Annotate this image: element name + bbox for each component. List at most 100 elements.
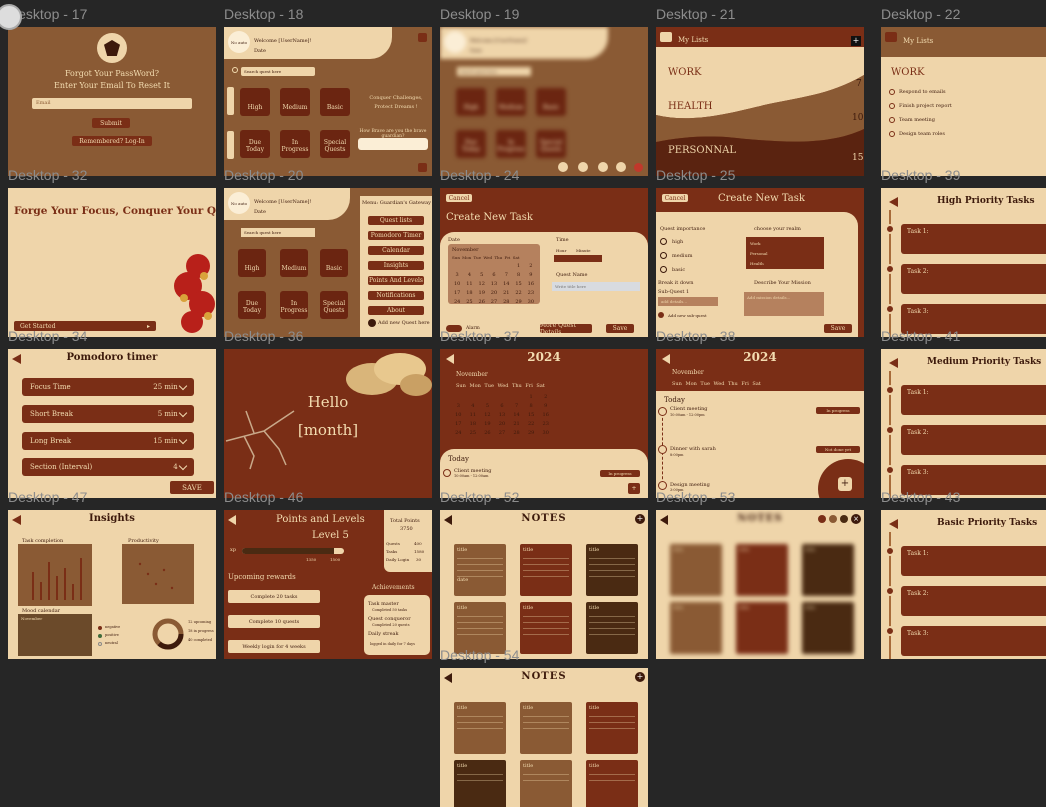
- calendar-day[interactable]: 26: [481, 430, 494, 436]
- checkbox[interactable]: [889, 117, 895, 123]
- back-icon[interactable]: [228, 515, 236, 525]
- calendar-day[interactable]: 23: [539, 421, 552, 427]
- rating-box[interactable]: [358, 138, 428, 150]
- setting-row[interactable]: Focus Time 25 min: [22, 378, 194, 396]
- add-icon[interactable]: +: [851, 36, 861, 46]
- tile-medium[interactable]: Medium: [280, 249, 308, 277]
- calendar-day[interactable]: 23: [526, 290, 536, 296]
- calendar-day[interactable]: 1: [513, 263, 523, 269]
- calendar-day[interactable]: 21: [510, 421, 523, 427]
- search-input[interactable]: Search quest here: [457, 67, 531, 76]
- radio-medium[interactable]: [660, 252, 667, 259]
- menu-icon[interactable]: [418, 33, 427, 42]
- next-icon[interactable]: [418, 163, 427, 172]
- add-event-button[interactable]: +: [628, 483, 640, 494]
- calendar-day[interactable]: 7: [510, 403, 523, 409]
- radio-high[interactable]: [660, 238, 667, 245]
- setting-row[interactable]: Short Break 5 min: [22, 405, 194, 423]
- calendar-day[interactable]: 28: [510, 430, 523, 436]
- note-card[interactable]: title: [736, 602, 788, 654]
- calendar-day[interactable]: 24: [452, 430, 465, 436]
- frame-label[interactable]: Desktop - 37: [440, 328, 519, 344]
- checkbox[interactable]: [889, 131, 895, 137]
- submit-button[interactable]: Submit: [92, 118, 130, 128]
- list-work[interactable]: WORK: [668, 67, 701, 78]
- search-input[interactable]: Search quest here: [241, 67, 315, 76]
- tile-due-today[interactable]: Due Today: [240, 130, 270, 158]
- calendar-day[interactable]: 11: [464, 281, 474, 287]
- calendar-day[interactable]: 30: [526, 299, 536, 305]
- calendar-day[interactable]: 4: [467, 403, 480, 409]
- frame-label[interactable]: Desktop - 52: [440, 489, 519, 505]
- calendar-day[interactable]: 7: [501, 272, 511, 278]
- calendar-day[interactable]: 5: [481, 403, 494, 409]
- calendar-day[interactable]: 26: [477, 299, 487, 305]
- task-card[interactable]: Task 1:: [901, 546, 1046, 576]
- event-radio[interactable]: [658, 407, 667, 416]
- calendar-day[interactable]: 18: [467, 421, 480, 427]
- tile-high[interactable]: High: [456, 88, 486, 116]
- calendar-day[interactable]: 13: [496, 412, 509, 418]
- list-personal[interactable]: PERSONNAL: [668, 145, 736, 156]
- note-card[interactable]: title: [586, 702, 638, 754]
- setting-row[interactable]: Section (Interval) 4: [22, 458, 194, 476]
- calendar-day[interactable]: 16: [526, 281, 536, 287]
- search-input[interactable]: Search quest here: [241, 228, 315, 237]
- task-card[interactable]: Task 1:: [901, 385, 1046, 415]
- note-card[interactable]: title: [520, 760, 572, 807]
- back-icon[interactable]: [889, 358, 898, 368]
- calendar-day[interactable]: 8: [513, 272, 523, 278]
- calendar-day[interactable]: 29: [513, 299, 523, 305]
- calendar-day[interactable]: 5: [477, 272, 487, 278]
- calendar-day[interactable]: 16: [539, 412, 552, 418]
- calendar-day[interactable]: 2: [526, 263, 536, 269]
- more-details-button[interactable]: More Quest Details: [540, 322, 592, 336]
- back-icon[interactable]: [889, 197, 898, 207]
- menu-notifications[interactable]: Notifications: [368, 291, 424, 300]
- frame-label[interactable]: Desktop - 21: [656, 6, 735, 22]
- note-card[interactable]: title: [520, 602, 572, 654]
- tile-basic[interactable]: Basic: [320, 88, 350, 116]
- frame-label[interactable]: Desktop - 25: [656, 167, 735, 183]
- calendar-day[interactable]: 12: [477, 281, 487, 287]
- mission-input[interactable]: Add mission details...: [744, 292, 824, 316]
- reward-card[interactable]: Complete 20 tasks: [228, 590, 320, 603]
- tile-special-quests[interactable]: Special Quests: [536, 130, 566, 158]
- task-card[interactable]: Task 2:: [901, 264, 1046, 294]
- calendar-day[interactable]: 21: [501, 290, 511, 296]
- back-button[interactable]: [660, 32, 672, 42]
- add-subquest-link[interactable]: Add new sub-quest: [668, 313, 707, 318]
- realm-option[interactable]: Personal: [750, 249, 820, 259]
- calendar-day[interactable]: 22: [513, 290, 523, 296]
- tile-high[interactable]: High: [240, 88, 270, 116]
- subquest-input[interactable]: add details...: [658, 297, 718, 306]
- tile-in-progress[interactable]: In Progress: [280, 291, 308, 319]
- calendar-day[interactable]: 14: [510, 412, 523, 418]
- note-card[interactable]: title: [802, 544, 854, 596]
- frame-label[interactable]: Desktop - 24: [440, 167, 519, 183]
- calendar-day[interactable]: 6: [496, 403, 509, 409]
- calendar-day[interactable]: 12: [481, 412, 494, 418]
- calendar-day[interactable]: 25: [467, 430, 480, 436]
- calendar-day[interactable]: 15: [513, 281, 523, 287]
- calendar-day[interactable]: 10: [452, 412, 465, 418]
- checkbox[interactable]: [889, 103, 895, 109]
- time-input[interactable]: [554, 255, 602, 262]
- calendar-day[interactable]: 20: [496, 421, 509, 427]
- frame-label[interactable]: Desktop - 19: [440, 6, 519, 22]
- frame-label[interactable]: Desktop - 32: [8, 167, 87, 183]
- back-button[interactable]: [885, 32, 897, 42]
- tile-basic[interactable]: Basic: [536, 88, 566, 116]
- frame-label[interactable]: Desktop - 46: [224, 489, 303, 505]
- note-card[interactable]: title: [520, 544, 572, 596]
- calendar-day[interactable]: 30: [539, 430, 552, 436]
- realm-option[interactable]: Health: [750, 259, 820, 269]
- reward-card[interactable]: Weekly login for 4 weeks: [228, 640, 320, 653]
- task-card[interactable]: Task 2:: [901, 586, 1046, 616]
- realm-option[interactable]: Work: [750, 239, 820, 249]
- back-icon[interactable]: [889, 519, 898, 529]
- calendar-day[interactable]: 18: [464, 290, 474, 296]
- frame-label[interactable]: Desktop - 34: [8, 328, 87, 344]
- calendar-day[interactable]: 8: [525, 403, 538, 409]
- month-select[interactable]: November: [452, 247, 478, 253]
